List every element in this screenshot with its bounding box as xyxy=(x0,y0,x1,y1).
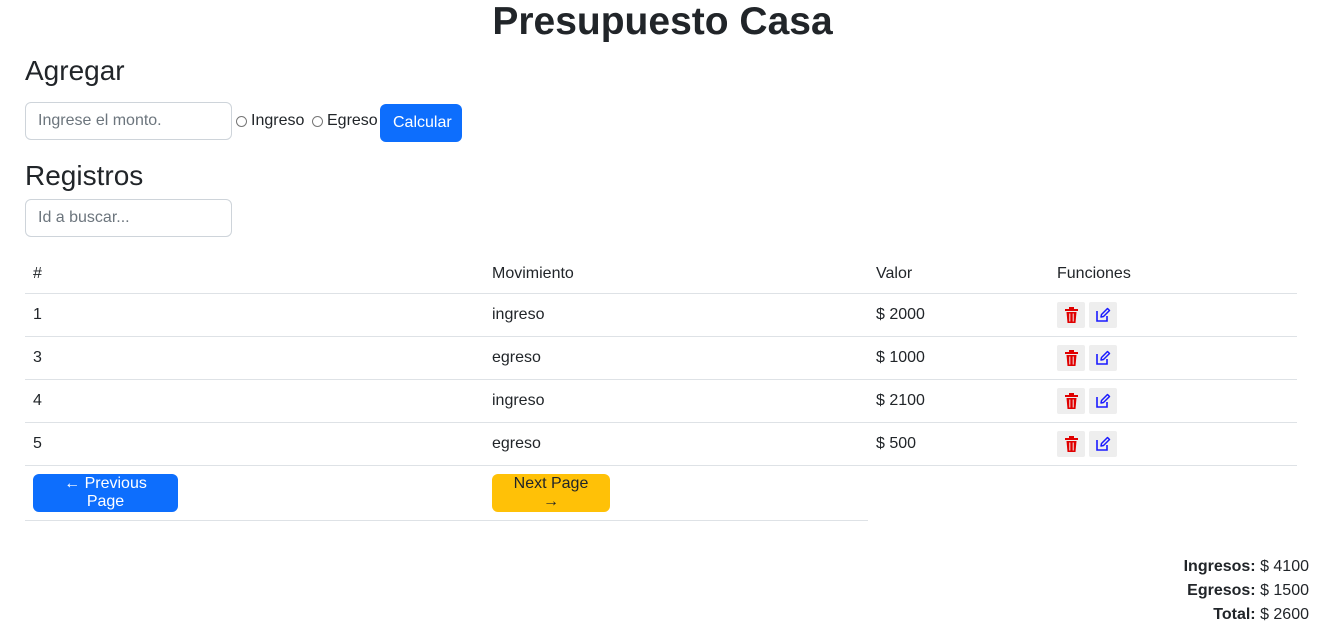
page-title: Presupuesto Casa xyxy=(492,0,833,43)
income-total: Ingresos: $ 4100 xyxy=(1184,555,1309,579)
expense-total: Egresos: $ 1500 xyxy=(1184,579,1309,603)
column-header-id: # xyxy=(33,265,42,282)
income-total-label: Ingresos: xyxy=(1183,558,1256,575)
row-movement: ingreso xyxy=(492,392,545,409)
income-total-value: $ 4100 xyxy=(1260,558,1309,575)
add-heading: Agregar xyxy=(25,55,125,86)
table-row: 4 ingreso $ 2100 xyxy=(25,380,1297,423)
edit-icon[interactable] xyxy=(1089,431,1117,457)
row-value: $ 500 xyxy=(876,435,917,452)
expense-total-label: Egresos: xyxy=(1187,582,1256,599)
expense-radio[interactable] xyxy=(312,115,323,127)
table-row: 5 egreso $ 500 xyxy=(25,423,1297,466)
calculate-button[interactable]: Calcular xyxy=(380,104,462,142)
row-id: 5 xyxy=(33,435,42,452)
row-value: $ 1000 xyxy=(876,349,925,366)
edit-icon[interactable] xyxy=(1089,345,1117,371)
edit-icon[interactable] xyxy=(1089,302,1117,328)
expense-label: Egreso xyxy=(327,112,378,129)
edit-icon[interactable] xyxy=(1089,388,1117,414)
trash-icon[interactable] xyxy=(1057,302,1085,328)
previous-page-button[interactable]: ← Previous Page xyxy=(33,474,178,512)
trash-icon[interactable] xyxy=(1057,388,1085,414)
table-header: # Movimiento Valor Funciones xyxy=(25,255,1297,294)
row-value: $ 2000 xyxy=(876,306,925,323)
column-header-functions: Funciones xyxy=(1057,265,1131,282)
table-row: 1 ingreso $ 2000 xyxy=(25,294,1297,337)
grand-total-label: Total: xyxy=(1213,606,1256,623)
row-movement: ingreso xyxy=(492,306,545,323)
records-heading: Registros xyxy=(25,160,144,191)
income-label: Ingreso xyxy=(251,112,305,129)
expense-option[interactable]: Egreso xyxy=(312,112,378,130)
row-actions xyxy=(1057,294,1121,336)
row-movement: egreso xyxy=(492,435,541,452)
row-actions xyxy=(1057,380,1121,422)
row-actions xyxy=(1057,337,1121,379)
grand-total-value: $ 2600 xyxy=(1260,606,1309,623)
grand-total: Total: $ 2600 xyxy=(1184,603,1309,627)
row-value: $ 2100 xyxy=(876,392,925,409)
trash-icon[interactable] xyxy=(1057,431,1085,457)
column-header-movement: Movimiento xyxy=(492,265,574,282)
row-id: 3 xyxy=(33,349,42,366)
row-actions xyxy=(1057,423,1121,465)
column-header-value: Valor xyxy=(876,265,913,282)
table-row: 3 egreso $ 1000 xyxy=(25,337,1297,380)
row-id: 4 xyxy=(33,392,42,409)
search-input[interactable] xyxy=(25,199,232,237)
row-movement: egreso xyxy=(492,349,541,366)
expense-total-value: $ 1500 xyxy=(1260,582,1309,599)
amount-input[interactable] xyxy=(25,102,232,140)
trash-icon[interactable] xyxy=(1057,345,1085,371)
income-option[interactable]: Ingreso xyxy=(236,112,304,130)
income-radio[interactable] xyxy=(236,115,247,127)
totals-summary: Ingresos: $ 4100 Egresos: $ 1500 Total: … xyxy=(1184,555,1309,627)
next-page-button[interactable]: Next Page → xyxy=(492,474,610,512)
row-id: 1 xyxy=(33,306,42,323)
